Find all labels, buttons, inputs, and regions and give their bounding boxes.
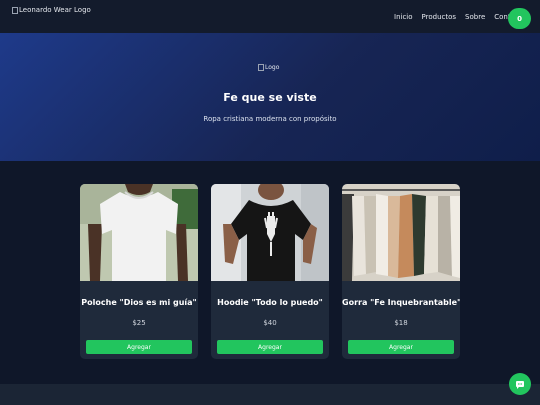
hero-subtitle: Ropa cristiana moderna con propósito: [203, 115, 337, 123]
navbar: Leonardo Wear Logo Inicio Productos Sobr…: [0, 0, 540, 33]
brand-logo[interactable]: Leonardo Wear Logo: [12, 6, 91, 14]
broken-image-icon: [258, 64, 264, 71]
chat-button[interactable]: [509, 373, 531, 395]
add-to-cart-button[interactable]: Agregar: [348, 340, 454, 354]
product-price: $40: [263, 319, 277, 327]
hero-logo: Logo: [258, 64, 279, 71]
product-price: $25: [132, 319, 146, 327]
product-image-black-tshirt: [211, 184, 329, 281]
hero-section: Logo Fe que se viste Ropa cristiana mode…: [0, 33, 540, 161]
product-name: Poloche "Dios es mi guía": [81, 298, 197, 307]
product-image-white-tshirt: [80, 184, 198, 281]
product-price: $18: [394, 319, 408, 327]
brand-logo-alt-text: Leonardo Wear Logo: [19, 6, 91, 14]
chat-icon: [515, 375, 525, 394]
product-image-clothing-rack: [342, 184, 460, 281]
add-to-cart-button[interactable]: Agregar: [217, 340, 323, 354]
cart-count-badge: 0: [517, 14, 522, 23]
cart-button[interactable]: 0: [508, 8, 531, 29]
nav-link-sobre[interactable]: Sobre: [465, 13, 485, 21]
product-card: Hoodie "Todo lo puedo" $40 Agregar: [211, 184, 329, 359]
hero-logo-alt-text: Logo: [265, 64, 280, 71]
product-name: Hoodie "Todo lo puedo": [217, 298, 323, 307]
product-name: Gorra "Fe Inquebrantable": [342, 298, 460, 307]
broken-image-icon: [12, 6, 18, 14]
nav-link-productos[interactable]: Productos: [422, 13, 457, 21]
add-to-cart-button[interactable]: Agregar: [86, 340, 192, 354]
footer: [0, 384, 540, 405]
nav-link-inicio[interactable]: Inicio: [394, 13, 413, 21]
hero-title: Fe que se viste: [223, 91, 317, 104]
product-card: Gorra "Fe Inquebrantable" $18 Agregar: [342, 184, 460, 359]
product-card: Poloche "Dios es mi guía" $25 Agregar: [80, 184, 198, 359]
